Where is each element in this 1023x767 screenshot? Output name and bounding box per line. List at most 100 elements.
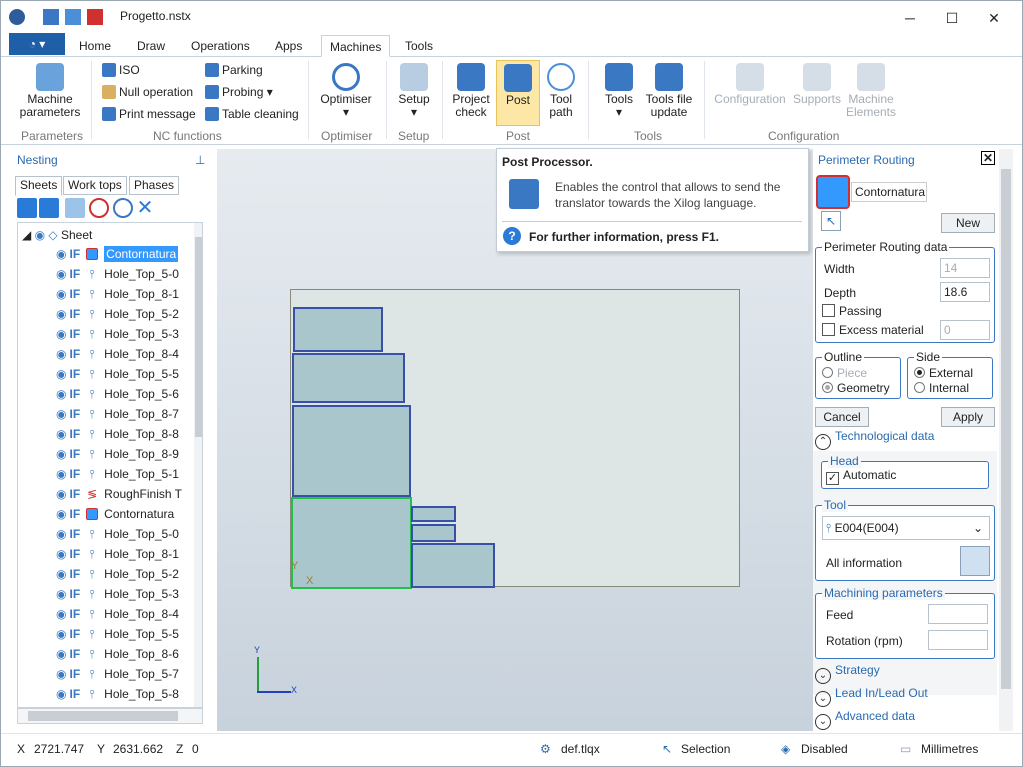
tree-row[interactable]: ◉ IF ⫯ Hole_Top_8-7 xyxy=(56,404,179,424)
tree-row[interactable]: ◉ IF ⫯ Hole_Top_5-3 xyxy=(56,324,179,344)
tree-row[interactable]: ◉ IF ⫯ Hole_Top_5-0 xyxy=(56,264,179,284)
width-field[interactable]: 14 xyxy=(940,258,990,278)
tree-horizontal-scrollbar[interactable] xyxy=(17,708,203,724)
null-operation-button[interactable]: Null operation xyxy=(102,83,193,101)
cancel-button[interactable]: Cancel xyxy=(815,407,869,427)
save-icon[interactable] xyxy=(43,9,59,25)
nesting-sheet[interactable]: Y X xyxy=(290,289,740,589)
tab-draw[interactable]: Draw xyxy=(129,35,173,57)
nested-part[interactable] xyxy=(293,307,383,352)
tree-row[interactable]: ◉ IF ⫯ Hole_Top_5-5 xyxy=(56,624,179,644)
tree-row[interactable]: ◉ IF ⫯ Hole_Top_5-7 xyxy=(56,664,179,684)
visibility-eye-icon[interactable]: ◉ xyxy=(56,687,66,701)
tree-row[interactable]: ◉ IF Contornatura xyxy=(56,244,179,264)
visibility-eye-icon[interactable]: ◉ xyxy=(56,467,66,481)
probing-button[interactable]: Probing ▾ xyxy=(205,83,273,101)
snap-status-label[interactable]: Disabled xyxy=(801,742,848,756)
visibility-eye-icon[interactable]: ◉ xyxy=(56,327,66,341)
tab-tools[interactable]: Tools xyxy=(397,35,441,57)
open-folder-icon[interactable] xyxy=(65,9,81,25)
tree-row[interactable]: ◉ IF ⫯ Hole_Top_8-9 xyxy=(56,444,179,464)
visibility-eye-icon[interactable]: ◉ xyxy=(56,247,66,261)
visibility-eye-icon[interactable]: ◉ xyxy=(56,487,66,501)
tree-row[interactable]: ◉ IF ⫯ Hole_Top_5-2 xyxy=(56,564,179,584)
tool-info-icon[interactable] xyxy=(960,546,990,576)
visibility-eye-icon[interactable]: ◉ xyxy=(56,647,66,661)
nested-part[interactable] xyxy=(411,524,456,542)
select-cursor-icon[interactable]: ↖ xyxy=(821,211,841,231)
tree-row[interactable]: ◉ IF ⫯ Hole_Top_8-4 xyxy=(56,604,179,624)
rotation-field[interactable] xyxy=(928,630,988,650)
iso-button[interactable]: ISO xyxy=(102,61,140,79)
outline-geometry-radio[interactable]: Geometry xyxy=(822,381,890,395)
outline-piece-radio[interactable]: Piece xyxy=(822,366,867,380)
side-external-radio[interactable]: External xyxy=(914,366,973,380)
move-down-icon[interactable] xyxy=(39,198,59,218)
visibility-eye-icon[interactable]: ◉ xyxy=(56,507,66,521)
edit-icon[interactable] xyxy=(65,198,85,218)
tree-row[interactable]: ◉ IF ⫯ Hole_Top_5-6 xyxy=(56,384,179,404)
apply-button[interactable]: Apply xyxy=(941,407,995,427)
optimiser-button[interactable]: Optimiser ▾ xyxy=(317,63,375,119)
selection-mode-label[interactable]: Selection xyxy=(681,742,730,756)
tab-sheets[interactable]: Sheets xyxy=(15,176,63,196)
passing-checkbox[interactable]: Passing xyxy=(822,304,882,318)
nested-part[interactable] xyxy=(411,506,456,522)
units-label[interactable]: Millimetres xyxy=(921,742,978,756)
tab-work-tops[interactable]: Work tops xyxy=(63,176,127,195)
delete-icon[interactable]: ✕ xyxy=(135,198,155,218)
visibility-eye-icon[interactable]: ◉ xyxy=(56,347,66,361)
close-button[interactable]: ✕ xyxy=(974,5,1014,31)
strategy-toggle[interactable]: ⌄ Strategy xyxy=(815,663,880,684)
maximize-button[interactable]: ☐ xyxy=(932,5,972,31)
nested-part[interactable] xyxy=(292,405,411,497)
technological-data-toggle[interactable]: ⌃ Technological data xyxy=(815,429,934,450)
visibility-eye-icon[interactable]: ◉ xyxy=(56,307,66,321)
tree-row[interactable]: ◉ IF ⫯ Hole_Top_5-1 xyxy=(56,464,179,484)
nested-part[interactable] xyxy=(292,353,405,403)
tree-row[interactable]: ◉ IF ⫯ Hole_Top_5-0 xyxy=(56,524,179,544)
automatic-checkbox[interactable]: ✓ Automatic xyxy=(826,468,896,485)
tab-home[interactable]: Home xyxy=(71,35,119,57)
visibility-eye-icon[interactable]: ◉ xyxy=(56,607,66,621)
visibility-eye-icon[interactable]: ◉ xyxy=(56,527,66,541)
close-project-icon[interactable] xyxy=(87,9,103,25)
tab-apps[interactable]: Apps xyxy=(267,35,310,57)
visibility-eye-icon[interactable]: ◉ xyxy=(56,547,66,561)
tools-button[interactable]: Tools ▾ xyxy=(599,63,639,119)
tools-file-update-button[interactable]: Tools file update xyxy=(641,63,697,119)
tree-row[interactable]: ◉ IF ≶ RoughFinish T xyxy=(56,484,182,504)
close-pane-icon[interactable]: ✕ xyxy=(981,151,995,165)
minimize-button[interactable]: ─ xyxy=(890,5,930,31)
tree-vertical-scrollbar[interactable] xyxy=(194,223,202,707)
tree-row[interactable]: ◉ IF Contornatura xyxy=(56,504,174,524)
lead-in-out-toggle[interactable]: ⌄ Lead In/Lead Out xyxy=(815,686,928,707)
visibility-eye-icon[interactable]: ◉ xyxy=(56,427,66,441)
feed-field[interactable] xyxy=(928,604,988,624)
excess-material-checkbox[interactable]: Excess material xyxy=(822,323,924,337)
new-button[interactable]: New xyxy=(941,213,995,233)
advanced-data-toggle[interactable]: ⌄ Advanced data xyxy=(815,709,915,730)
operation-color-swatch[interactable] xyxy=(816,175,850,209)
pin-icon[interactable]: ⊥ xyxy=(195,153,205,167)
tool-select[interactable]: ⫯ E004(E004) ⌄ xyxy=(822,516,990,540)
visibility-eye-icon[interactable]: ◉ xyxy=(56,667,66,681)
visibility-eye-icon[interactable]: ◉ xyxy=(56,287,66,301)
visibility-eye-icon[interactable]: ◉ xyxy=(56,447,66,461)
parking-button[interactable]: Parking xyxy=(205,61,263,79)
tree-row[interactable]: ◉ IF ⫯ Hole_Top_8-1 xyxy=(56,544,179,564)
table-cleaning-button[interactable]: Table cleaning xyxy=(205,105,299,123)
tree-row[interactable]: ◉ IF ⫯ Hole_Top_8-4 xyxy=(56,344,179,364)
project-check-button[interactable]: Project check xyxy=(449,63,493,119)
properties-scrollbar[interactable] xyxy=(999,149,1013,731)
tool-path-button[interactable]: Tool path xyxy=(542,63,580,119)
visibility-eye-icon[interactable]: ◉ xyxy=(56,567,66,581)
print-message-button[interactable]: Print message xyxy=(102,105,196,123)
enable-icon[interactable] xyxy=(113,198,133,218)
visibility-eye-icon[interactable]: ◉ xyxy=(56,627,66,641)
tree-row[interactable]: ◉ IF ⫯ Hole_Top_8-6 xyxy=(56,644,179,664)
post-button[interactable]: Post xyxy=(496,60,540,126)
operation-name-field[interactable]: Contornatura xyxy=(851,182,927,202)
machine-parameters-button[interactable]: Machine parameters xyxy=(17,63,83,119)
visibility-eye-icon[interactable]: ◉ xyxy=(56,587,66,601)
